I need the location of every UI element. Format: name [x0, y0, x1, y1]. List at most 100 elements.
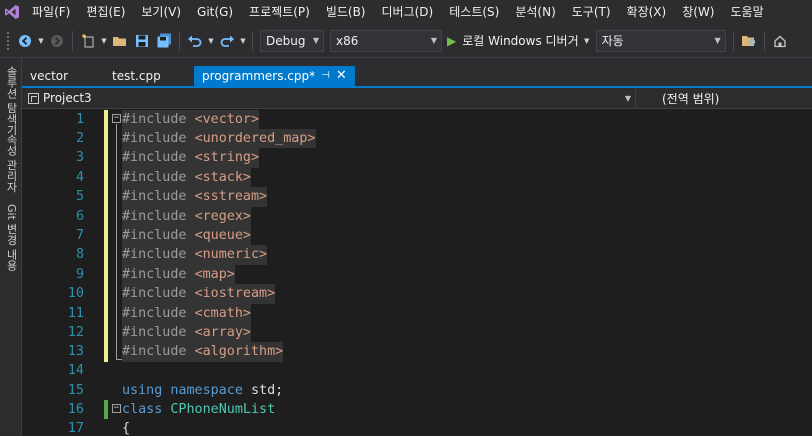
code-text: #include <sstream>: [122, 187, 268, 207]
change-marker-saved: [104, 400, 108, 420]
code-text: #include <vector>: [122, 109, 260, 129]
keyword-token: namespace: [170, 382, 243, 398]
save-all-button[interactable]: [154, 29, 174, 53]
line-number: 13: [67, 344, 84, 360]
code-line: 12 #include <array>: [22, 323, 812, 343]
code-text: #include <queue>: [122, 226, 251, 246]
change-marker-unsaved: [104, 187, 108, 207]
menu-edit[interactable]: 편집(E): [78, 0, 133, 24]
home-button[interactable]: [770, 29, 790, 53]
code-line: 1 − #include <vector>: [22, 109, 812, 129]
line-number: 17: [67, 421, 84, 436]
line-number: 14: [67, 363, 84, 379]
menu-window[interactable]: 창(W): [674, 0, 722, 24]
preprocessor-token: #include: [122, 266, 187, 282]
code-text: using namespace std;: [122, 381, 283, 400]
menu-git[interactable]: Git(G): [189, 0, 241, 24]
menu-project[interactable]: 프로젝트(P): [241, 0, 318, 24]
code-text: #include <numeric>: [122, 245, 268, 265]
code-text: #include <regex>: [122, 206, 251, 226]
code-line: 11 #include <cmath>: [22, 303, 812, 323]
line-number: 12: [67, 325, 84, 340]
new-project-button[interactable]: [78, 29, 98, 53]
save-button[interactable]: [132, 29, 152, 53]
solution-configuration-select[interactable]: Debug ▼: [260, 29, 324, 52]
scope-dropdown[interactable]: (전역 범위): [636, 90, 719, 107]
navigate-forward-button[interactable]: [47, 29, 67, 53]
browse-folder-button[interactable]: [739, 29, 759, 53]
menu-view[interactable]: 보기(V): [133, 0, 189, 24]
tab-test-cpp[interactable]: test.cpp: [104, 66, 169, 86]
home-icon: [773, 35, 786, 47]
code-text: #include <stack>: [122, 167, 251, 188]
code-line: 17 {: [22, 419, 812, 436]
redo-button[interactable]: [217, 29, 237, 53]
line-number: 2: [75, 131, 84, 146]
menu-build[interactable]: 빌드(B): [318, 0, 374, 24]
code-line: 13 #include <algorithm>: [22, 342, 812, 362]
dropdown-arrow-icon[interactable]: ▼: [100, 29, 108, 53]
preprocessor-token: #include: [122, 305, 187, 321]
toolbar-separator: [252, 30, 253, 51]
code-line: 9 #include <map>: [22, 264, 812, 285]
code-text: class CPhoneNumList: [122, 400, 275, 419]
standard-toolbar: ▼ ▼ ▼ ▼ Debug ▼ x86 ▼ ▶ 로컬 Windows 디버거 ▼…: [0, 24, 812, 58]
menu-test[interactable]: 테스트(S): [441, 0, 507, 24]
tab-programmers-cpp[interactable]: programmers.cpp* ⊣ ✕: [194, 66, 355, 86]
code-line: 14: [22, 361, 812, 380]
close-icon[interactable]: ✕: [336, 66, 347, 86]
line-number: 5: [75, 189, 84, 205]
open-file-button[interactable]: [110, 29, 130, 53]
platform-value: x86: [336, 33, 359, 48]
git-changes-tab[interactable]: Git 변경 내용: [3, 204, 19, 271]
code-editor[interactable]: 1− #include <vector> 2 #include <unordered_…: [22, 109, 812, 436]
preprocessor-token: #include: [122, 228, 187, 243]
undo-button[interactable]: [185, 29, 205, 53]
menu-debug[interactable]: 디버그(D): [374, 0, 442, 24]
run-label: 로컬 Windows 디버거: [462, 34, 579, 48]
line-number: 10: [67, 286, 84, 302]
project-dropdown[interactable]: Project3 ▼: [22, 88, 636, 108]
folder-open-icon: [113, 36, 126, 46]
header-token: <iostream>: [194, 286, 276, 302]
tab-vector[interactable]: vector: [22, 66, 76, 86]
line-number: 8: [75, 247, 84, 263]
tab-label: programmers.cpp*: [202, 69, 316, 83]
change-marker-unsaved: [104, 167, 108, 188]
configuration-value: Debug: [266, 33, 306, 48]
solution-platform-select[interactable]: x86 ▼: [330, 29, 442, 52]
code-text: {: [122, 421, 131, 436]
code-line: 5 #include <sstream>: [22, 187, 812, 207]
project-name: Project3: [43, 91, 92, 105]
line-number: 1: [75, 111, 84, 127]
dropdown-arrow-icon[interactable]: ▼: [582, 29, 592, 53]
collapse-icon[interactable]: −: [112, 404, 121, 413]
pin-icon[interactable]: ⊣: [321, 66, 330, 86]
change-marker-unsaved: [104, 148, 108, 168]
menu-analyze[interactable]: 분석(N): [507, 0, 563, 24]
menu-extensions[interactable]: 확장(X): [619, 0, 675, 24]
collapse-icon[interactable]: −: [112, 113, 121, 123]
tool-window-strip: 솔루션 탐색기 속성 관리자 Git 변경 내용: [0, 58, 22, 436]
dropdown-arrow-icon[interactable]: ▼: [37, 29, 45, 53]
code-text: #include <unordered_map>: [122, 129, 316, 149]
navigate-back-button[interactable]: [15, 29, 35, 53]
preprocessor-token: #include: [122, 247, 187, 263]
code-text: #include <iostream>: [122, 284, 276, 304]
folder-search-icon: [741, 35, 755, 46]
dropdown-arrow-icon[interactable]: ▼: [239, 29, 247, 53]
toolbar-grip[interactable]: [6, 30, 10, 51]
preprocessor-token: #include: [122, 208, 187, 224]
change-marker-unsaved: [104, 323, 108, 343]
menu-file[interactable]: 파일(F): [24, 0, 78, 24]
play-icon: ▶: [447, 33, 457, 48]
start-debugging-button[interactable]: ▶ 로컬 Windows 디버거: [447, 29, 579, 53]
debug-target-select[interactable]: 자동 ▼: [595, 29, 726, 52]
menu-tools[interactable]: 도구(T): [564, 0, 619, 24]
line-number: 4: [75, 169, 84, 185]
property-manager-tab[interactable]: 속성 관리자: [3, 134, 19, 193]
chevron-down-icon: ▼: [624, 93, 631, 103]
dropdown-arrow-icon[interactable]: ▼: [207, 29, 215, 53]
menu-help[interactable]: 도움말: [723, 0, 772, 24]
solution-explorer-tab[interactable]: 솔루션 탐색기: [3, 66, 19, 136]
